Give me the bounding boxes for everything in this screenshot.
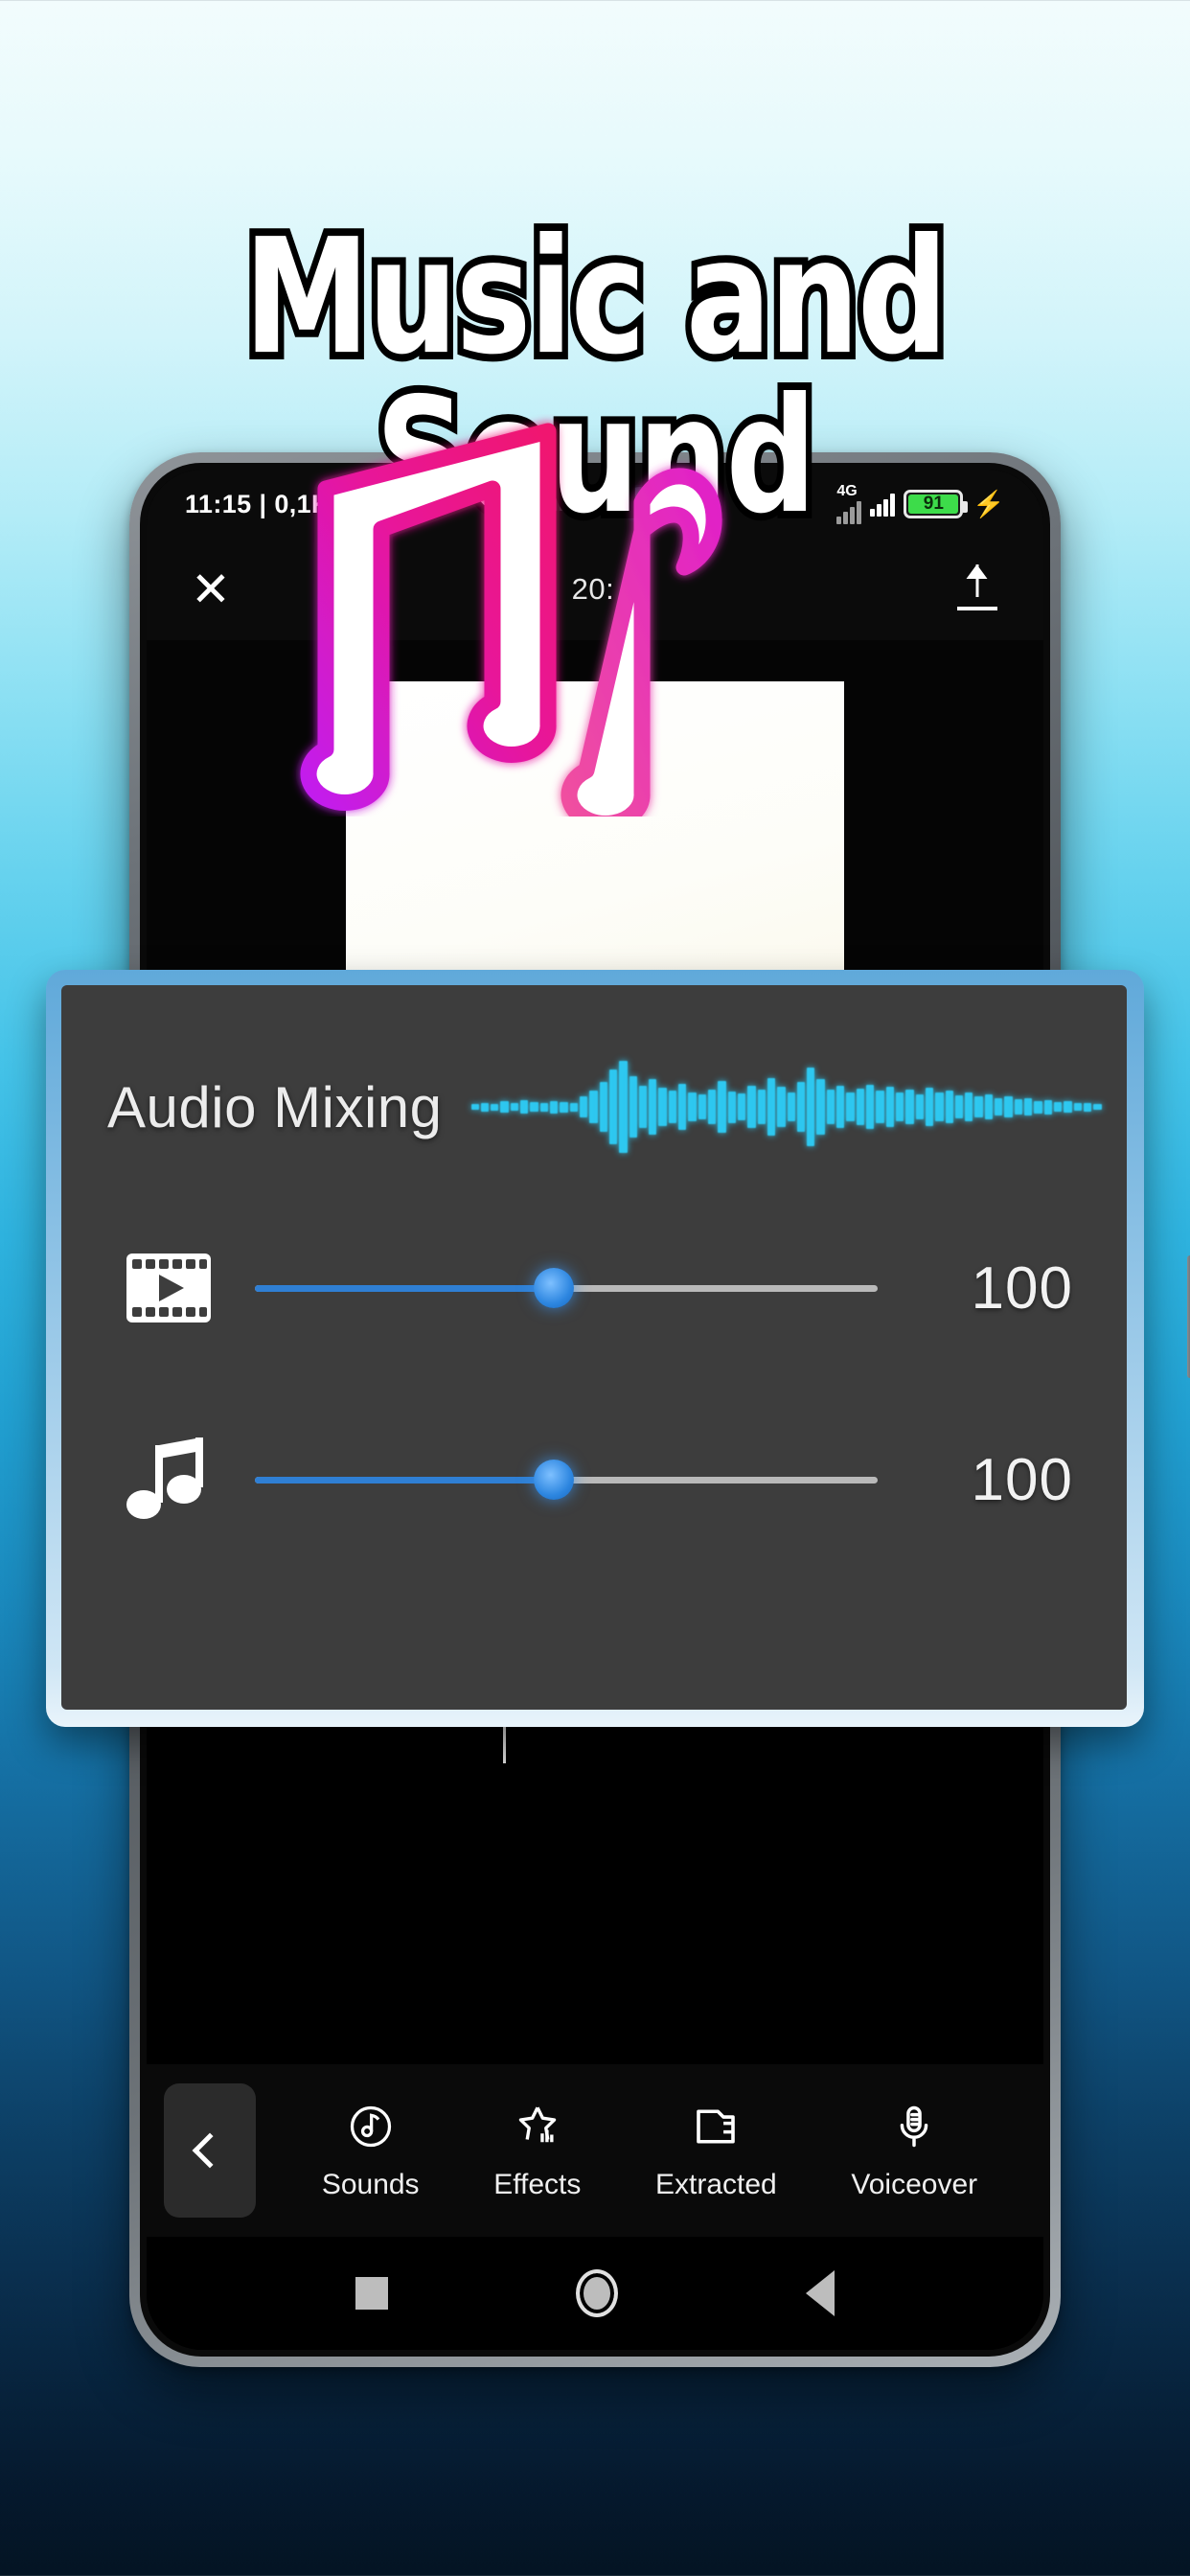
audio-mixing-panel[interactable]: Audio Mixing 100 100 [46, 970, 1144, 1727]
slider-fill [255, 1284, 554, 1292]
toolbar-item-sounds[interactable]: Sounds [322, 2100, 420, 2201]
square-recents-icon[interactable] [355, 2277, 388, 2310]
audio-toolbar: Sounds Effects Extracted Voiceover [147, 2064, 1043, 2237]
folder-extract-icon [690, 2100, 742, 2153]
toolbar-items: Sounds Effects Extracted Voiceover [256, 2100, 1043, 2201]
slider-fill [255, 1476, 554, 1484]
toolbar-label-sounds: Sounds [321, 2169, 420, 2200]
video-film-icon [115, 1250, 222, 1326]
audio-waveform-icon [470, 1035, 1102, 1179]
slider-knob[interactable] [534, 1460, 574, 1500]
toolbar-item-voiceover[interactable]: Voiceover [851, 2100, 977, 2201]
poster-title: Music and Sound [0, 211, 1190, 544]
music-volume-value: 100 [971, 1446, 1073, 1513]
video-volume-slider[interactable] [255, 1266, 878, 1310]
slider-knob[interactable] [534, 1268, 574, 1308]
music-disc-icon [346, 2100, 396, 2153]
toolbar-item-effects[interactable]: Effects [493, 2100, 581, 2201]
audio-mixing-header: Audio Mixing [61, 985, 1127, 1179]
music-volume-row[interactable]: 100 [61, 1434, 1127, 1526]
project-duration-label: 20: [571, 572, 615, 606]
toolbar-label-effects: Effects [493, 2169, 582, 2200]
circle-home-icon[interactable] [576, 2269, 618, 2317]
poster-title-text: Music and Sound [238, 205, 954, 550]
music-volume-slider[interactable] [255, 1458, 878, 1502]
close-icon[interactable]: ✕ [191, 565, 231, 613]
app-top-bar: ✕ 20: [147, 539, 1043, 640]
toolbar-label-extracted: Extracted [655, 2169, 777, 2200]
toolbar-item-extracted[interactable]: Extracted [655, 2100, 777, 2201]
triangle-back-icon[interactable] [806, 2270, 835, 2316]
star-effects-icon [512, 2100, 563, 2153]
export-upload-icon[interactable] [955, 564, 999, 614]
toolbar-back-button[interactable] [164, 2083, 256, 2218]
music-note-icon [115, 1434, 222, 1526]
audio-mixing-title: Audio Mixing [107, 1074, 443, 1139]
video-volume-row[interactable]: 100 [61, 1250, 1127, 1326]
chevron-left-icon [192, 2132, 228, 2169]
microphone-icon [889, 2100, 939, 2153]
toolbar-label-voiceover: Voiceover [851, 2169, 978, 2200]
android-nav-bar [147, 2237, 1043, 2350]
audio-mixing-panel-body: Audio Mixing 100 100 [61, 985, 1127, 1710]
video-volume-value: 100 [971, 1254, 1073, 1322]
